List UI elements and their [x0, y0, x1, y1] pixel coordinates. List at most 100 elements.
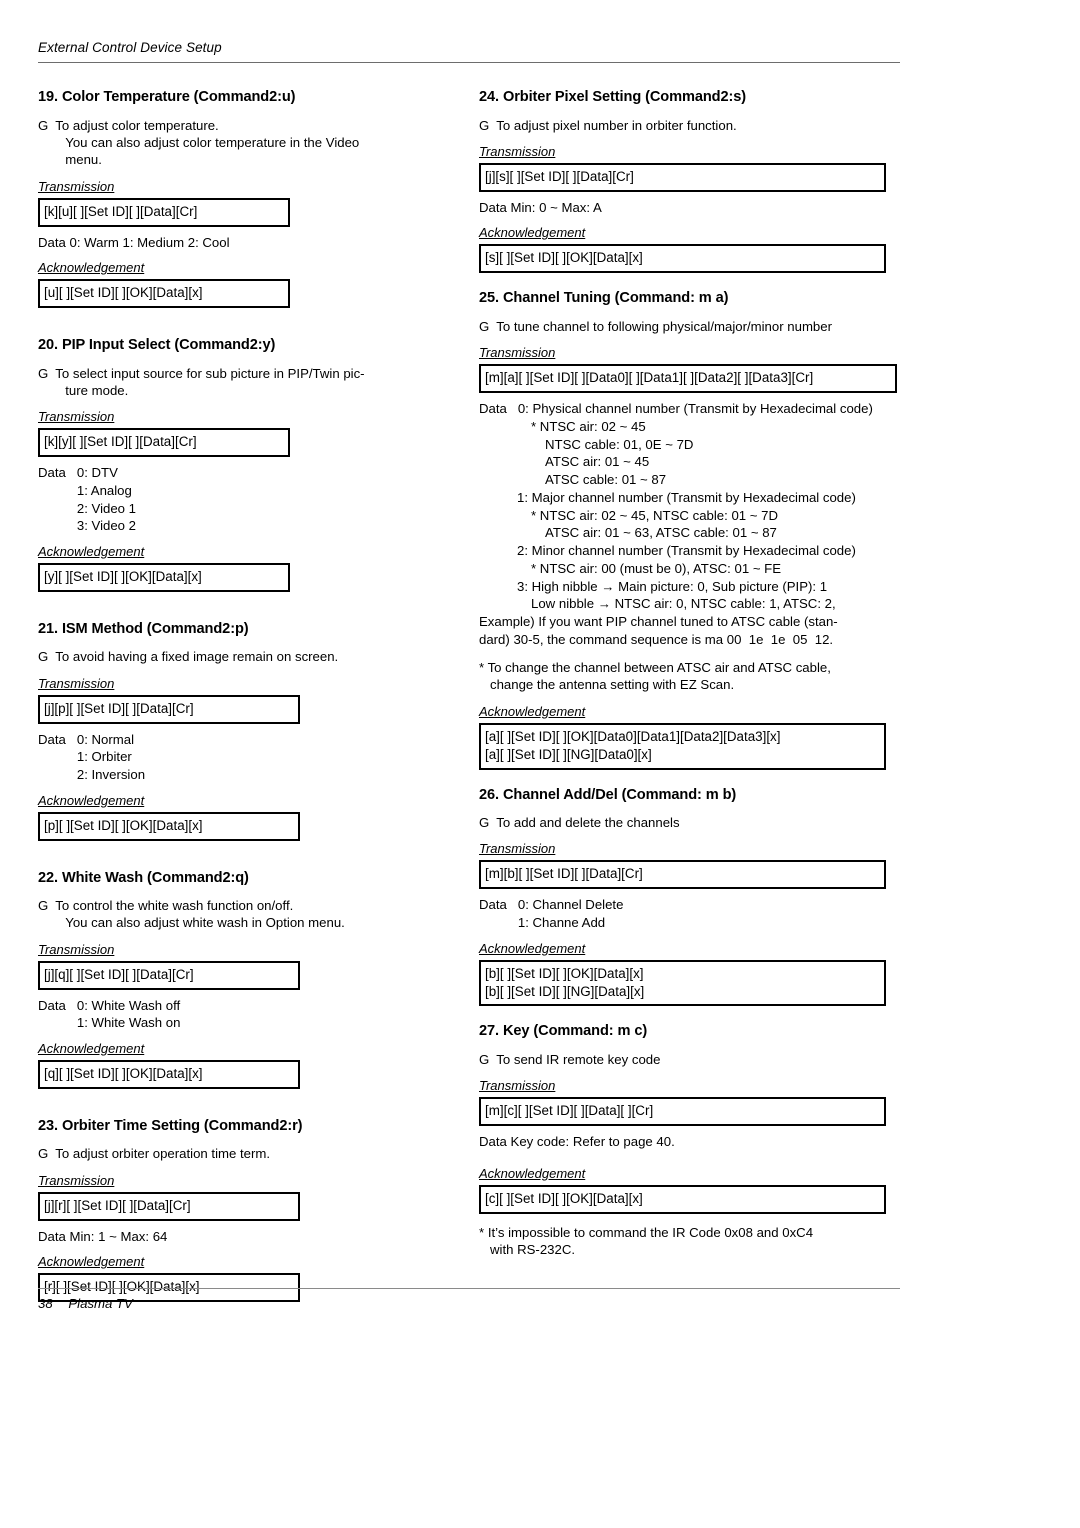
section-25-ack-box: [a][ ][Set ID][ ][OK][Data0][Data1][Data…	[479, 722, 886, 770]
section-24-desc-line1: To adjust pixel number in orbiter functi…	[496, 117, 737, 133]
section-25-example-line2: dard) 30-5, the command sequence is ma 0…	[479, 631, 834, 647]
section-25-example-line1: Example) If you want PIP channel tuned t…	[479, 614, 838, 630]
section-26-desc-line1: To add and delete the channels	[496, 815, 680, 831]
list-item: 0: DTV	[76, 465, 118, 481]
section-24-description: G To adjust pixel number in orbiter func…	[479, 117, 900, 134]
section-22-desc-line2: You can also adjust white wash in Option…	[65, 915, 345, 931]
section-22-data: Data 0: White Wash off 1: White Wash on	[38, 997, 439, 1032]
list-item: 1: Analog	[76, 482, 132, 498]
section-21-transmission-box: [j][p][ ][Set ID][ ][Data][Cr]	[38, 694, 300, 724]
section-21: 21. ISM Method (Command2:p) G To avoid h…	[38, 621, 439, 841]
section-26: 26. Channel Add/Del (Command: m b) G To …	[479, 787, 900, 1007]
ack-line: [a][ ][Set ID][ ][NG][Data0][x]	[485, 746, 652, 762]
section-22: 22. White Wash (Command2:q) G To control…	[38, 870, 439, 1089]
list-item: 1: Orbiter	[76, 749, 132, 765]
section-27-title: 27. Key (Command: m c)	[479, 1023, 648, 1040]
section-19-data: Data 0: Warm 1: Medium 2: Cool	[38, 234, 230, 250]
data-line: 3: High nibble → Main picture: 0, Sub pi…	[517, 578, 828, 594]
section-25-note: * To change the channel between ATSC air…	[479, 659, 900, 694]
data-line: 1: Major channel number (Transmit by Hex…	[517, 489, 856, 505]
section-22-data-list: 0: White Wash off 1: White Wash on	[77, 997, 181, 1032]
section-24-transmission-label: Transmission	[479, 143, 556, 159]
section-24-ack-box: [s][ ][Set ID][ ][OK][Data][x]	[479, 244, 886, 274]
data-key: Data	[38, 997, 66, 1013]
section-23: 23. Orbiter Time Setting (Command2:r) G …	[38, 1118, 439, 1303]
section-20-desc-line1: To select input source for sub picture i…	[55, 365, 365, 381]
section-19-desc-line1: To adjust color temperature.	[55, 117, 219, 133]
bullet-g-icon: G	[38, 649, 49, 665]
section-21-description: G To avoid having a fixed image remain o…	[38, 648, 439, 665]
data-line: ATSC cable: 01 ~ 87	[545, 472, 667, 488]
data-line: * NTSC air: 02 ~ 45	[531, 418, 646, 434]
section-23-transmission-label: Transmission	[38, 1172, 115, 1188]
left-column: 19. Color Temperature (Command2:u) G To …	[38, 89, 469, 1309]
section-26-ack-box: [b][ ][Set ID][ ][OK][Data][x] [b][ ][Se…	[479, 959, 886, 1007]
section-26-title: 26. Channel Add/Del (Command: m b)	[479, 786, 737, 803]
bullet-g-icon: G	[479, 117, 490, 133]
section-21-ack-label: Acknowledgement	[38, 792, 145, 808]
section-20-data-list: 0: DTV 1: Analog 2: Video 1 3: Video 2	[77, 464, 136, 535]
section-27: 27. Key (Command: m c) G To send IR remo…	[479, 1023, 900, 1259]
list-item: 0: Channel Delete	[517, 897, 624, 913]
section-26-data: Data 0: Channel Delete 1: Channe Add	[479, 896, 900, 931]
section-19-transmission-box: [k][u][ ][Set ID][ ][Data][Cr]	[38, 197, 290, 227]
section-21-title: 21. ISM Method (Command2:p)	[38, 620, 249, 637]
data-line: Low nibble → NTSC air: 0, NTSC cable: 1,…	[531, 596, 836, 612]
page-number: 38	[38, 1296, 53, 1311]
data-key: Data	[38, 731, 66, 747]
data-line: 2: Minor channel number (Transmit by Hex…	[517, 543, 856, 559]
section-20-ack-box: [y][ ][Set ID][ ][OK][Data][x]	[38, 563, 290, 592]
section-27-transmission-label: Transmission	[479, 1078, 556, 1094]
header-rule	[38, 62, 900, 63]
section-21-data-list: 0: Normal 1: Orbiter 2: Inversion	[77, 731, 145, 784]
section-26-transmission-label: Transmission	[479, 841, 556, 857]
section-19-ack-label: Acknowledgement	[38, 260, 145, 276]
section-20-transmission-label: Transmission	[38, 409, 115, 425]
section-20-ack-label: Acknowledgement	[38, 544, 145, 560]
section-25-transmission-box: [m][a][ ][Set ID][ ][Data0][ ][Data1][ ]…	[479, 364, 897, 394]
section-22-desc-line1: To control the white wash function on/of…	[55, 898, 294, 913]
section-20-title: 20. PIP Input Select (Command2:y)	[38, 337, 276, 354]
two-column-body: 19. Color Temperature (Command2:u) G To …	[38, 89, 900, 1309]
section-25: 25. Channel Tuning (Command: m a) G To t…	[479, 290, 900, 770]
note-star-icon: *	[479, 659, 485, 675]
section-20: 20. PIP Input Select (Command2:y) G To s…	[38, 337, 439, 592]
list-item: 0: Normal	[76, 731, 135, 747]
ack-line: [a][ ][Set ID][ ][OK][Data0][Data1][Data…	[485, 728, 781, 744]
section-25-title: 25. Channel Tuning (Command: m a)	[479, 290, 729, 307]
bullet-g-icon: G	[38, 117, 49, 133]
bullet-g-icon: G	[38, 1146, 49, 1162]
section-26-description: G To add and delete the channels	[479, 814, 900, 831]
note-star-icon: *	[479, 1224, 485, 1240]
section-27-transmission-box: [m][c][ ][Set ID][ ][Data][ ][Cr]	[479, 1097, 886, 1127]
section-24-transmission-box: [j][s][ ][Set ID][ ][Data][Cr]	[479, 162, 886, 192]
running-header: External Control Device Setup	[38, 40, 222, 55]
section-25-desc-line1: To tune channel to following physical/ma…	[496, 318, 832, 334]
section-22-description: G To control the white wash function on/…	[38, 897, 439, 932]
list-item: 1: White Wash on	[76, 1015, 181, 1031]
section-22-transmission-box: [j][q][ ][Set ID][ ][Data][Cr]	[38, 960, 300, 990]
section-27-desc-line1: To send IR remote key code	[496, 1051, 661, 1067]
list-item: 2: Inversion	[76, 766, 146, 782]
section-27-data: Data Key code: Refer to page 40.	[479, 1134, 675, 1150]
section-27-note-line2: with RS-232C.	[490, 1242, 576, 1258]
footer-doc-title: Plasma TV	[68, 1296, 133, 1311]
section-24-ack-label: Acknowledgement	[479, 225, 586, 241]
section-26-ack-label: Acknowledgement	[479, 940, 586, 956]
data-line: ATSC air: 01 ~ 45	[545, 454, 650, 470]
section-27-ack-label: Acknowledgement	[479, 1165, 586, 1181]
section-23-transmission-box: [j][r][ ][Set ID][ ][Data][Cr]	[38, 1191, 300, 1221]
section-19-desc-line3: menu.	[65, 152, 102, 168]
section-24: 24. Orbiter Pixel Setting (Command2:s) G…	[479, 89, 900, 274]
section-21-transmission-label: Transmission	[38, 675, 115, 691]
section-21-data: Data 0: Normal 1: Orbiter 2: Inversion	[38, 731, 439, 784]
section-23-ack-label: Acknowledgement	[38, 1254, 145, 1270]
section-20-transmission-box: [k][y][ ][Set ID][ ][Data][Cr]	[38, 428, 290, 458]
section-27-description: G To send IR remote key code	[479, 1051, 900, 1068]
section-24-title: 24. Orbiter Pixel Setting (Command2:s)	[479, 89, 747, 105]
